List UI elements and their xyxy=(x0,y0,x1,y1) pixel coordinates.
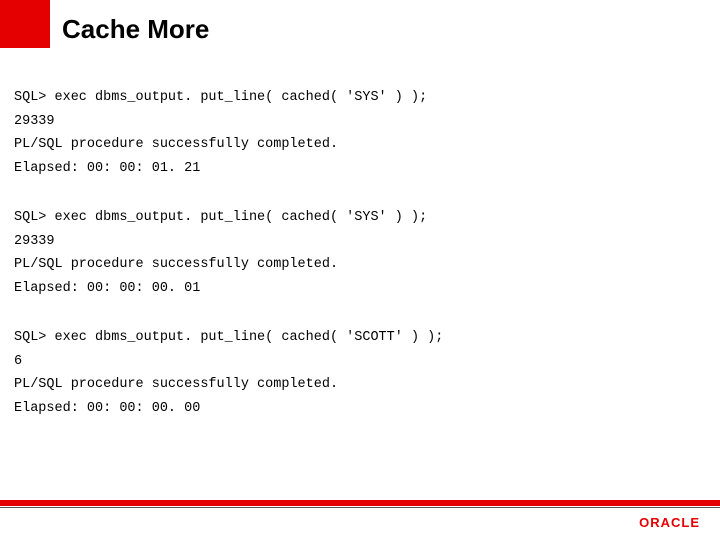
status-line: PL/SQL procedure successfully completed. xyxy=(14,133,706,157)
elapsed-line: Elapsed: 00: 00: 00. 01 xyxy=(14,277,706,301)
code-block: SQL> exec dbms_output. put_line( cached(… xyxy=(14,326,706,420)
slide-title: Cache More xyxy=(62,14,209,45)
code-block: SQL> exec dbms_output. put_line( cached(… xyxy=(14,86,706,180)
status-line: PL/SQL procedure successfully completed. xyxy=(14,373,706,397)
red-accent-block xyxy=(0,0,50,48)
code-block: SQL> exec dbms_output. put_line( cached(… xyxy=(14,206,706,300)
footer-bar xyxy=(0,500,720,506)
result-line: 29339 xyxy=(14,230,706,254)
cmd-line: SQL> exec dbms_output. put_line( cached(… xyxy=(14,206,706,230)
code-content: SQL> exec dbms_output. put_line( cached(… xyxy=(14,86,706,446)
elapsed-line: Elapsed: 00: 00: 00. 00 xyxy=(14,397,706,421)
cmd-line: SQL> exec dbms_output. put_line( cached(… xyxy=(14,86,706,110)
status-line: PL/SQL procedure successfully completed. xyxy=(14,253,706,277)
cmd-line: SQL> exec dbms_output. put_line( cached(… xyxy=(14,326,706,350)
result-line: 6 xyxy=(14,350,706,374)
result-line: 29339 xyxy=(14,110,706,134)
elapsed-line: Elapsed: 00: 00: 01. 21 xyxy=(14,157,706,181)
oracle-logo: ORACLE xyxy=(639,515,700,530)
